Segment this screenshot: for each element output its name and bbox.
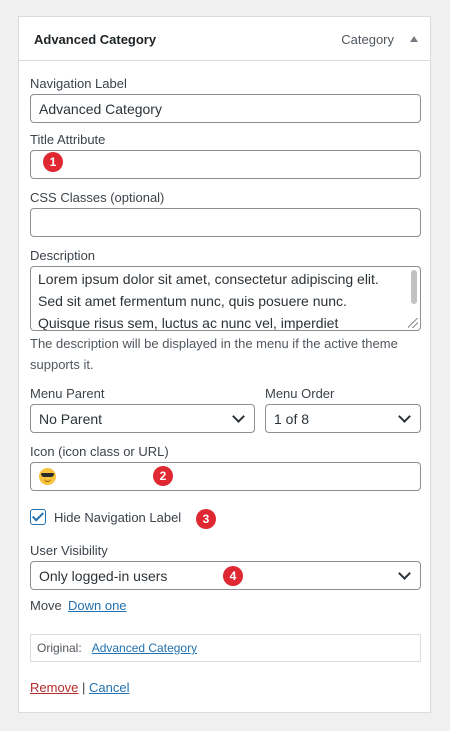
panel-title: Advanced Category <box>34 32 157 47</box>
css-classes-label: CSS Classes (optional) <box>30 190 165 205</box>
navigation-label-label: Navigation Label <box>30 76 127 91</box>
menu-order-label: Menu Order <box>265 386 335 401</box>
description-help-text: The description will be displayed in the… <box>30 333 422 375</box>
title-attribute-label: Title Attribute <box>30 132 106 147</box>
description-help-line-2: supports it. <box>30 357 94 372</box>
textarea-scrollbar[interactable] <box>411 270 417 304</box>
menu-item-settings-panel: Advanced Category Category Navigation La… <box>18 16 431 713</box>
chevron-down-icon <box>232 409 245 423</box>
description-line-2: Sed sit amet fermentum nunc, quis posuer… <box>38 293 347 309</box>
checkmark-icon <box>31 509 45 522</box>
original-item-box: Original: Advanced Category <box>30 634 421 662</box>
menu-parent-value: No Parent <box>39 410 103 427</box>
description-label: Description <box>30 248 96 263</box>
navigation-label-input[interactable]: Advanced Category <box>30 94 421 123</box>
hide-navigation-label-text[interactable]: Hide Navigation Label <box>54 510 181 525</box>
sunglasses-emoji-icon <box>39 468 56 485</box>
title-attribute-input[interactable] <box>30 150 421 179</box>
menu-parent-label: Menu Parent <box>30 386 105 401</box>
description-help-line-1: The description will be displayed in the… <box>30 336 398 351</box>
collapse-arrow-icon[interactable] <box>410 36 418 42</box>
chevron-down-icon <box>398 409 411 423</box>
description-line-1: Lorem ipsum dolor sit amet, consectetur … <box>38 271 379 287</box>
menu-order-value: 1 of 8 <box>274 410 310 427</box>
user-visibility-value: Only logged-in users <box>39 567 168 584</box>
cancel-link[interactable]: Cancel <box>89 680 129 695</box>
chevron-down-icon <box>398 566 411 580</box>
menu-order-select[interactable]: 1 of 8 <box>265 404 421 433</box>
move-down-one-link[interactable]: Down one <box>68 598 127 613</box>
annotation-badge-1: 1 <box>43 152 63 172</box>
resize-handle-icon[interactable] <box>408 318 418 328</box>
description-line-3: Quisque risus sem, luctus ac nunc vel, i… <box>38 315 339 331</box>
annotation-badge-3: 3 <box>196 509 216 529</box>
icon-field-label: Icon (icon class or URL) <box>30 444 169 459</box>
menu-parent-select[interactable]: No Parent <box>30 404 255 433</box>
panel-header[interactable]: Advanced Category Category <box>19 17 430 61</box>
navigation-label-value: Advanced Category <box>39 100 162 117</box>
annotation-badge-2: 2 <box>153 466 173 486</box>
annotation-badge-4: 4 <box>223 566 243 586</box>
move-label: Move <box>30 598 62 613</box>
description-textarea[interactable]: Lorem ipsum dolor sit amet, consectetur … <box>30 266 421 331</box>
original-label: Original: <box>37 641 82 655</box>
action-separator: | <box>82 680 86 695</box>
user-visibility-label: User Visibility <box>30 543 108 558</box>
original-link[interactable]: Advanced Category <box>92 641 197 655</box>
hide-navigation-label-checkbox[interactable] <box>30 509 46 525</box>
icon-input[interactable] <box>30 462 421 491</box>
item-type-label: Category <box>341 32 394 47</box>
css-classes-input[interactable] <box>30 208 421 237</box>
remove-link[interactable]: Remove <box>30 680 78 695</box>
